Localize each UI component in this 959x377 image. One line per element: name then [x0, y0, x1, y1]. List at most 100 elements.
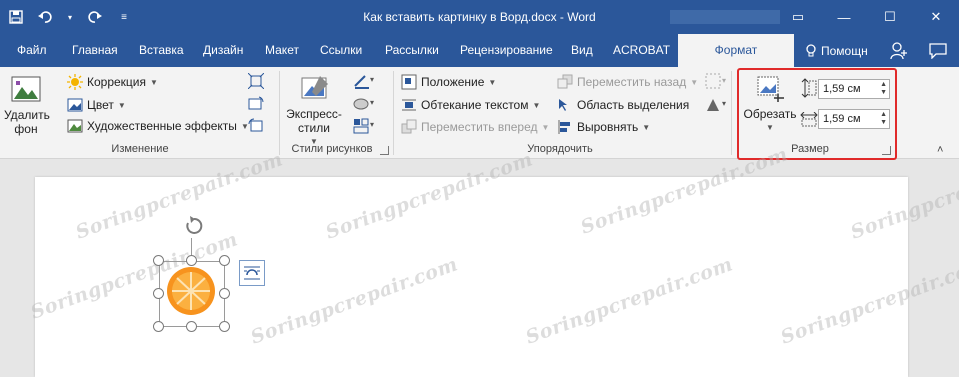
tab-mailings[interactable]: Рассылки: [383, 34, 441, 67]
layout-options-button[interactable]: [239, 260, 265, 286]
ribbon-tabs: Файл Главная Вставка Дизайн Макет Ссылки…: [0, 34, 959, 67]
align-icon: [557, 119, 573, 135]
collapse-ribbon-icon[interactable]: ˄: [937, 144, 943, 156]
title-bar: ▾ ≡ Как вставить картинку в Ворд.docx - …: [0, 0, 959, 34]
wrap-text-icon: [401, 97, 417, 113]
picture-effects-icon[interactable]: ▾: [353, 95, 377, 116]
chevron-down-icon: ▼: [488, 77, 497, 87]
group-objects-icon[interactable]: ▾: [705, 73, 729, 94]
bring-forward-label: Переместить вперед: [421, 120, 538, 134]
chevron-down-icon: ▼: [642, 122, 651, 132]
compress-pictures-icon[interactable]: [247, 72, 265, 92]
svg-text:▾: ▾: [722, 76, 726, 85]
spinner-arrows-icon[interactable]: ▲ ▼: [880, 81, 887, 97]
tab-view[interactable]: Вид: [569, 34, 595, 67]
align-button[interactable]: Выровнять ▼: [557, 119, 650, 135]
quick-styles-label-1: Экспресс-: [286, 107, 342, 121]
chevron-down-icon: ▼: [766, 123, 774, 132]
maximize-button[interactable]: ☐: [867, 0, 913, 34]
picture-color-icon: [67, 97, 83, 113]
resize-handle-top-right[interactable]: [219, 255, 230, 266]
chevron-down-icon: ▼: [541, 122, 550, 132]
tab-home[interactable]: Главная: [70, 34, 120, 67]
picture-styles-launcher-icon[interactable]: [380, 146, 389, 155]
resize-handle-bottom-right[interactable]: [219, 321, 230, 332]
selection-pane-button[interactable]: Область выделения: [557, 97, 689, 113]
wrap-text-label: Обтекание текстом: [421, 98, 529, 112]
selection-pane-icon: [557, 97, 573, 113]
resize-handle-top[interactable]: [186, 255, 197, 266]
chevron-down-icon: ▼: [117, 100, 126, 110]
send-backward-label: Переместить назад: [577, 75, 687, 89]
tab-review[interactable]: Рецензирование: [458, 34, 555, 67]
artistic-effects-button[interactable]: Художественные эффекты ▼: [67, 118, 249, 134]
width-spinner[interactable]: 1,59 см ▲ ▼: [818, 109, 890, 129]
resize-handle-right[interactable]: [219, 288, 230, 299]
chevron-down-icon: ▼: [532, 100, 541, 110]
change-picture-icon[interactable]: [248, 96, 264, 115]
comments-icon[interactable]: [929, 43, 947, 62]
ribbon-display-options-button[interactable]: ▭: [775, 0, 821, 34]
position-icon: [401, 74, 417, 90]
send-backward-icon: [557, 74, 573, 90]
tab-references[interactable]: Ссылки: [318, 34, 364, 67]
send-backward-button[interactable]: Переместить назад ▼: [557, 74, 698, 90]
height-value: 1,59 см: [823, 83, 861, 95]
crop-icon: [757, 76, 784, 102]
svg-text:▾: ▾: [370, 98, 374, 107]
remove-background-label-2: фон: [14, 122, 38, 136]
height-spinner[interactable]: 1,59 см ▲ ▼: [818, 79, 890, 99]
resize-handle-left[interactable]: [153, 288, 164, 299]
quick-styles-label-2: стили: [298, 121, 330, 135]
rotate-handle-icon[interactable]: [183, 215, 205, 240]
resize-handle-bottom-left[interactable]: [153, 321, 164, 332]
color-label: Цвет: [87, 98, 114, 112]
sun-icon: [67, 74, 83, 90]
group-label-size: Размер: [791, 143, 829, 155]
reset-picture-icon[interactable]: [248, 118, 264, 137]
tab-acrobat[interactable]: ACROBAT: [611, 34, 672, 67]
group-separator: [393, 71, 394, 155]
minimize-button[interactable]: —: [821, 0, 867, 34]
account-name-blurred: [670, 10, 780, 24]
spinner-arrows-icon[interactable]: ▲ ▼: [880, 111, 887, 127]
remove-background-button[interactable]: Удалить фон: [4, 73, 50, 136]
crop-label: Обрезать: [743, 107, 797, 121]
group-label-adjust: Изменение: [111, 143, 169, 155]
resize-handle-top-left[interactable]: [153, 255, 164, 266]
rotate-objects-icon[interactable]: ▾: [705, 96, 729, 117]
color-button[interactable]: Цвет ▼: [67, 97, 126, 113]
tell-me-box[interactable]: Помощн: [805, 34, 868, 67]
width-value: 1,59 см: [823, 113, 861, 125]
picture-border-icon[interactable]: ▾: [353, 72, 377, 93]
resize-handle-bottom[interactable]: [186, 321, 197, 332]
corrections-button[interactable]: Коррекция ▼: [67, 74, 158, 90]
wrap-text-button[interactable]: Обтекание текстом ▼: [401, 97, 540, 113]
align-label: Выровнять: [577, 120, 639, 134]
picture-layout-icon[interactable]: ▾: [353, 117, 377, 138]
quick-styles-icon: [301, 76, 328, 99]
tab-file[interactable]: Файл: [15, 34, 49, 67]
position-button[interactable]: Положение ▼: [401, 74, 496, 90]
svg-text:▾: ▾: [370, 75, 374, 84]
layout-options-icon: [244, 266, 260, 280]
selection-pane-label: Область выделения: [577, 98, 690, 112]
close-button[interactable]: ✕: [913, 0, 959, 34]
position-label: Положение: [421, 75, 485, 89]
size-launcher-icon[interactable]: [882, 146, 891, 155]
tab-insert[interactable]: Вставка: [137, 34, 186, 67]
tab-format[interactable]: Формат: [678, 34, 794, 67]
group-separator: [731, 71, 732, 155]
bring-forward-button[interactable]: Переместить вперед ▼: [401, 119, 549, 135]
crop-button[interactable]: Обрезать ▼: [742, 74, 798, 135]
shape-height-icon: [801, 78, 817, 101]
svg-text:▾: ▾: [370, 120, 374, 129]
group-label-picture-styles: Стили рисунков: [291, 143, 373, 155]
chevron-down-icon: ▼: [690, 77, 699, 87]
orange-slice-image[interactable]: [165, 264, 217, 318]
tab-layout[interactable]: Макет: [263, 34, 301, 67]
quick-styles-button[interactable]: Экспресс- стили ▼: [286, 74, 342, 149]
share-user-icon[interactable]: [890, 42, 908, 63]
tab-design[interactable]: Дизайн: [201, 34, 245, 67]
group-separator: [279, 71, 280, 155]
